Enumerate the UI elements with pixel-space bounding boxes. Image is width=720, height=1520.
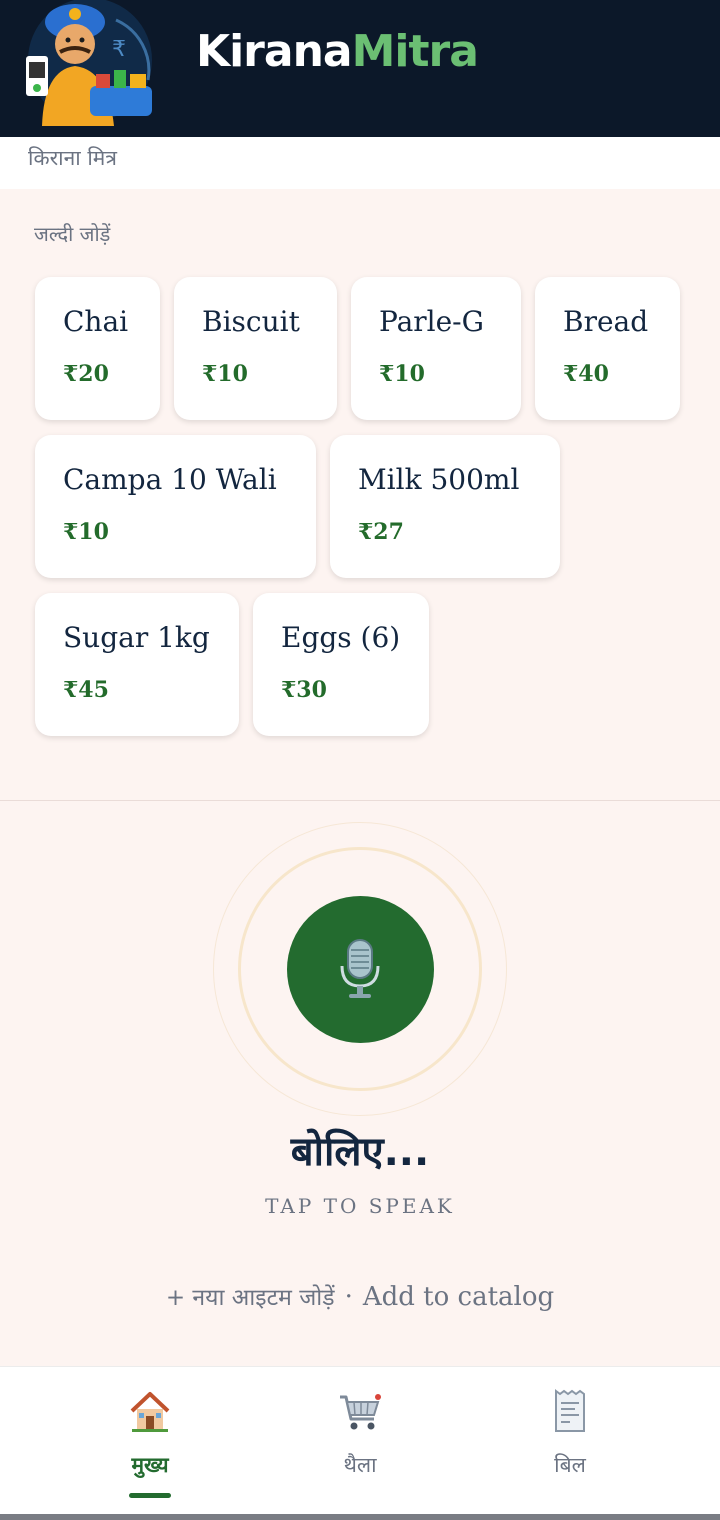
brand-part-2: Mitra bbox=[351, 26, 479, 77]
mic-button[interactable] bbox=[287, 896, 434, 1043]
nav-bill[interactable]: बिल bbox=[510, 1367, 630, 1507]
item-price: ₹10 bbox=[202, 361, 248, 387]
nav-label: थैला bbox=[343, 1453, 377, 1477]
svg-text:₹: ₹ bbox=[112, 37, 126, 62]
shopkeeper-mascot-icon: ₹ bbox=[20, 0, 160, 126]
item-price: ₹30 bbox=[281, 677, 327, 703]
quick-item-campa[interactable]: Campa 10 Wali ₹10 bbox=[35, 435, 316, 578]
item-price: ₹10 bbox=[379, 361, 425, 387]
bottom-nav: मुख्य थैला बिल bbox=[0, 1366, 720, 1514]
nav-cart[interactable]: थैला bbox=[300, 1367, 420, 1507]
quick-item-milk[interactable]: Milk 500ml ₹27 bbox=[330, 435, 560, 578]
separator-dot: · bbox=[344, 1282, 353, 1312]
item-name: Bread bbox=[563, 305, 649, 338]
item-name: Campa 10 Wali bbox=[63, 463, 277, 496]
subtitle-bar: किराना मित्र bbox=[0, 137, 720, 189]
speak-prompt: बोलिए... bbox=[290, 1129, 430, 1175]
item-price: ₹27 bbox=[358, 519, 404, 545]
bottom-edge bbox=[0, 1514, 720, 1520]
add-to-catalog-link[interactable]: + नया आइटम जोड़ें · Add to catalog bbox=[0, 1280, 720, 1312]
add-item-english: Add to catalog bbox=[362, 1282, 555, 1312]
app-header: ₹ KiranaMitra bbox=[0, 0, 720, 137]
receipt-icon bbox=[555, 1389, 585, 1432]
item-price: ₹45 bbox=[63, 677, 109, 703]
quick-item-parle-g[interactable]: Parle-G ₹10 bbox=[351, 277, 521, 420]
quick-item-biscuit[interactable]: Biscuit ₹10 bbox=[174, 277, 337, 420]
nav-label: मुख्य bbox=[131, 1453, 169, 1477]
item-name: Parle-G bbox=[379, 305, 485, 338]
quick-item-bread[interactable]: Bread ₹40 bbox=[535, 277, 680, 420]
brand-title: KiranaMitra bbox=[196, 26, 479, 77]
active-indicator bbox=[129, 1493, 171, 1498]
quick-item-chai[interactable]: Chai ₹20 bbox=[35, 277, 160, 420]
microphone-icon bbox=[340, 939, 380, 998]
nav-label: बिल bbox=[554, 1453, 586, 1477]
item-name: Milk 500ml bbox=[358, 463, 520, 496]
home-icon bbox=[130, 1392, 170, 1432]
brand-part-1: Kirana bbox=[196, 26, 353, 77]
item-name: Chai bbox=[63, 305, 129, 338]
quick-item-eggs[interactable]: Eggs (6) ₹30 bbox=[253, 593, 429, 736]
nav-home[interactable]: मुख्य bbox=[90, 1367, 210, 1507]
page-subtitle: किराना मित्र bbox=[28, 146, 117, 170]
item-price: ₹40 bbox=[563, 361, 609, 387]
cart-icon bbox=[340, 1394, 381, 1430]
item-name: Eggs (6) bbox=[281, 621, 401, 654]
item-name: Sugar 1kg bbox=[63, 621, 210, 654]
section-divider bbox=[0, 800, 720, 801]
item-price: ₹10 bbox=[63, 519, 109, 545]
quick-add-label: जल्दी जोड़ें bbox=[34, 222, 111, 246]
add-item-hindi: + नया आइटम जोड़ें bbox=[165, 1285, 335, 1311]
quick-item-sugar[interactable]: Sugar 1kg ₹45 bbox=[35, 593, 239, 736]
item-name: Biscuit bbox=[202, 305, 300, 338]
item-price: ₹20 bbox=[63, 361, 109, 387]
tap-to-speak-hint: TAP TO SPEAK bbox=[265, 1194, 455, 1218]
